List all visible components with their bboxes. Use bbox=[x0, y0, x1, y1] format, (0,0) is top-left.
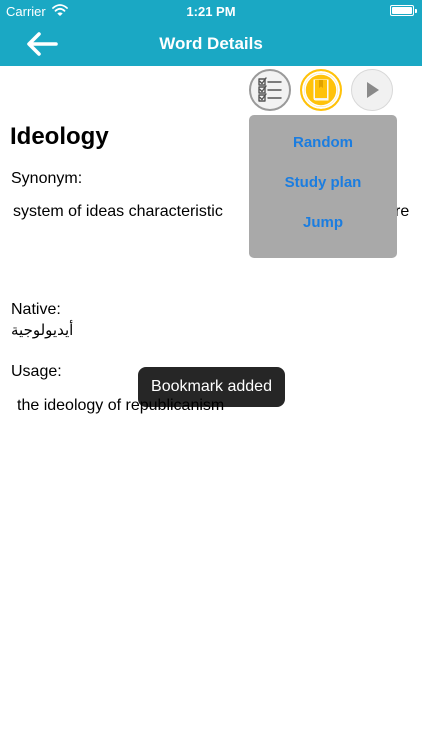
navigation-bar: Word Details bbox=[0, 22, 422, 66]
synonym-value-tail: re bbox=[397, 203, 422, 221]
bookmark-toast: Bookmark added bbox=[138, 367, 285, 407]
battery-icon bbox=[390, 5, 417, 16]
synonym-value: system of ideas characteristic bbox=[13, 203, 223, 220]
menu-item-random[interactable]: Random bbox=[249, 134, 397, 151]
checklist-button[interactable] bbox=[249, 69, 291, 111]
synonym-label: Synonym: bbox=[11, 170, 83, 187]
native-value: أيديولوجية bbox=[11, 321, 74, 339]
play-icon bbox=[367, 82, 379, 98]
bookmark-book-icon bbox=[304, 73, 338, 107]
usage-label: Usage: bbox=[11, 363, 62, 380]
status-time: 1:21 PM bbox=[186, 4, 236, 19]
options-menu: Random Study plan Jump bbox=[249, 115, 397, 258]
checklist-icon bbox=[258, 77, 282, 102]
page-title: Word Details bbox=[159, 34, 263, 53]
status-bar: Carrier 1:21 PM bbox=[0, 0, 422, 22]
synonym-tail-text: re bbox=[397, 203, 410, 220]
menu-item-study-plan[interactable]: Study plan bbox=[249, 174, 397, 191]
menu-item-jump[interactable]: Jump bbox=[249, 214, 397, 231]
bookmark-button[interactable] bbox=[300, 69, 342, 111]
native-label: Native: bbox=[11, 301, 61, 318]
word-term: Ideology bbox=[10, 123, 109, 150]
play-button[interactable] bbox=[351, 69, 393, 111]
